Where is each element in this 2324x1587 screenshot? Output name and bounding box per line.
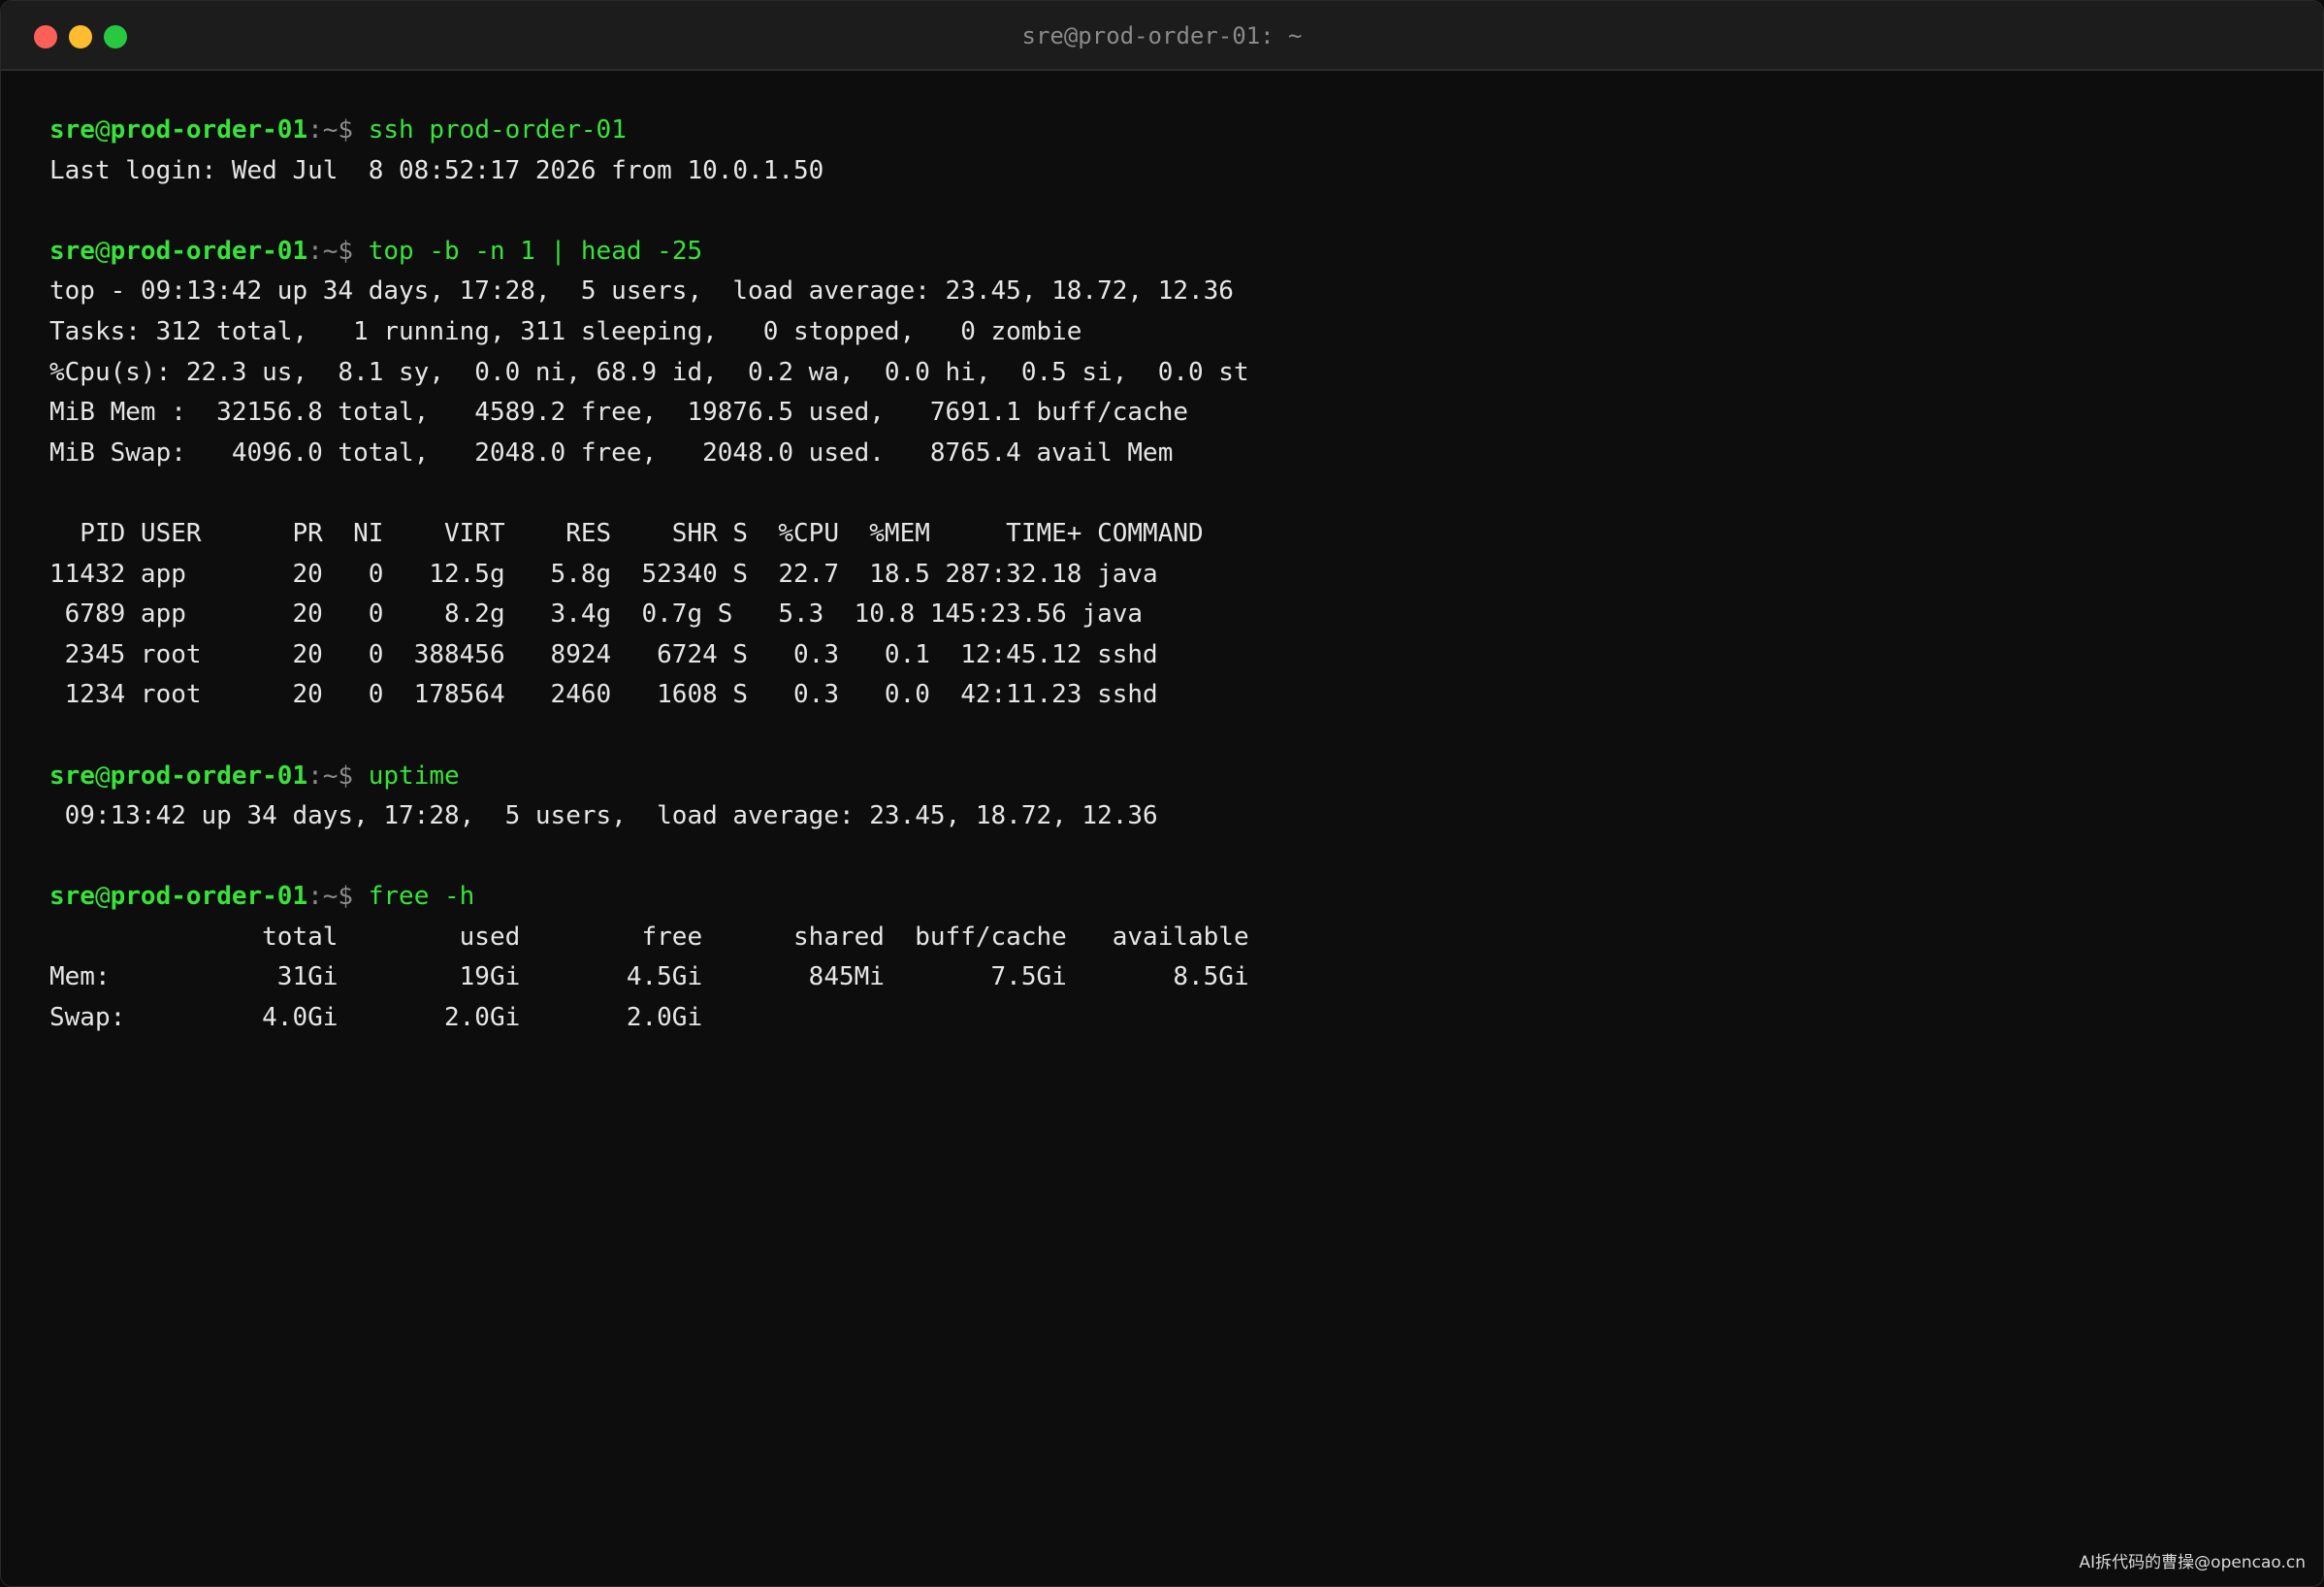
- output-text: total used free shared buff/cache availa…: [49, 922, 1249, 952]
- output-text: top - 09:13:42 up 34 days, 17:28, 5 user…: [49, 276, 1234, 307]
- prompt-host: prod-order-01: [110, 236, 308, 266]
- output-line: 1234 root 20 0 178564 2460 1608 S 0.3 0.…: [49, 675, 2284, 716]
- output-line: %Cpu(s): 22.3 us, 8.1 sy, 0.0 ni, 68.9 i…: [49, 353, 2284, 394]
- output-line: MiB Mem : 32156.8 total, 4589.2 free, 19…: [49, 393, 2284, 434]
- output-text: PID USER PR NI VIRT RES SHR S %CPU %MEM …: [49, 518, 1204, 548]
- prompt-user: sre: [49, 115, 95, 145]
- output-text: 6789 app 20 0 8.2g 3.4g 0.7g S 5.3 10.8 …: [49, 599, 1144, 630]
- output-line: Last login: Wed Jul 8 08:52:17 2026 from…: [49, 151, 2284, 192]
- output-line: Swap: 4.0Gi 2.0Gi 2.0Gi: [49, 998, 2284, 1039]
- command-text: ssh prod-order-01: [368, 115, 627, 145]
- command-text: uptime: [368, 761, 460, 791]
- terminal-window: sre@prod-order-01: ~ sre@prod-order-01:~…: [0, 0, 2324, 1587]
- output-line: 6789 app 20 0 8.2g 3.4g 0.7g S 5.3 10.8 …: [49, 595, 2284, 635]
- prompt-user: sre: [49, 761, 95, 791]
- output-line: Tasks: 312 total, 1 running, 311 sleepin…: [49, 312, 2284, 353]
- output-line: top - 09:13:42 up 34 days, 17:28, 5 user…: [49, 272, 2284, 312]
- output-text: 1234 root 20 0 178564 2460 1608 S 0.3 0.…: [49, 680, 1158, 710]
- prompt-at: @: [94, 761, 111, 791]
- prompt-user: sre: [49, 236, 95, 266]
- output-line: MiB Swap: 4096.0 total, 2048.0 free, 204…: [49, 434, 2284, 474]
- prompt-user: sre: [49, 882, 95, 912]
- prompt-separator: :~$: [307, 236, 369, 266]
- prompt-at: @: [94, 115, 111, 145]
- title-bar[interactable]: sre@prod-order-01: ~: [1, 1, 2323, 71]
- command-line: sre@prod-order-01:~$ uptime: [49, 757, 2284, 797]
- output-text: Last login: Wed Jul 8 08:52:17 2026 from…: [49, 155, 824, 185]
- output-line: 11432 app 20 0 12.5g 5.8g 52340 S 22.7 1…: [49, 555, 2284, 596]
- prompt-host: prod-order-01: [110, 761, 308, 791]
- prompt-separator: :~$: [307, 761, 369, 791]
- command-line: sre@prod-order-01:~$ free -h: [49, 877, 2284, 918]
- output-text: 11432 app 20 0 12.5g 5.8g 52340 S 22.7 1…: [49, 559, 1158, 589]
- prompt-separator: :~$: [307, 882, 369, 912]
- output-text: %Cpu(s): 22.3 us, 8.1 sy, 0.0 ni, 68.9 i…: [49, 357, 1249, 387]
- prompt-host: prod-order-01: [110, 115, 308, 145]
- output-line: total used free shared buff/cache availa…: [49, 918, 2284, 958]
- output-line: 2345 root 20 0 388456 8924 6724 S 0.3 0.…: [49, 635, 2284, 676]
- window-title: sre@prod-order-01: ~: [1021, 22, 1303, 49]
- output-text: MiB Mem : 32156.8 total, 4589.2 free, 19…: [49, 398, 1188, 428]
- output-line: 09:13:42 up 34 days, 17:28, 5 users, loa…: [49, 796, 2284, 837]
- output-line: Mem: 31Gi 19Gi 4.5Gi 845Mi 7.5Gi 8.5Gi: [49, 957, 2284, 998]
- output-line: PID USER PR NI VIRT RES SHR S %CPU %MEM …: [49, 514, 2284, 555]
- command-text: top -b -n 1 | head -25: [368, 236, 703, 266]
- output-text: Swap: 4.0Gi 2.0Gi 2.0Gi: [49, 1003, 703, 1033]
- watermark: AI拆代码的曹操@opencao.cn: [2079, 1553, 2306, 1572]
- output-text: Mem: 31Gi 19Gi 4.5Gi 845Mi 7.5Gi 8.5Gi: [49, 962, 1249, 992]
- command-text: free -h: [368, 882, 475, 912]
- output-text: Tasks: 312 total, 1 running, 311 sleepin…: [49, 316, 1082, 346]
- output-text: 09:13:42 up 34 days, 17:28, 5 users, loa…: [49, 801, 1158, 831]
- prompt-at: @: [94, 882, 111, 912]
- command-line: sre@prod-order-01:~$ ssh prod-order-01: [49, 111, 2284, 151]
- output-text: MiB Swap: 4096.0 total, 2048.0 free, 204…: [49, 437, 1174, 468]
- prompt-at: @: [94, 236, 111, 266]
- terminal-output[interactable]: sre@prod-order-01:~$ ssh prod-order-01 La…: [49, 111, 2284, 1547]
- output-text: 2345 root 20 0 388456 8924 6724 S 0.3 0.…: [49, 639, 1158, 669]
- prompt-host: prod-order-01: [110, 882, 308, 912]
- prompt-separator: :~$: [307, 115, 369, 145]
- command-line: sre@prod-order-01:~$ top -b -n 1 | head …: [49, 232, 2284, 273]
